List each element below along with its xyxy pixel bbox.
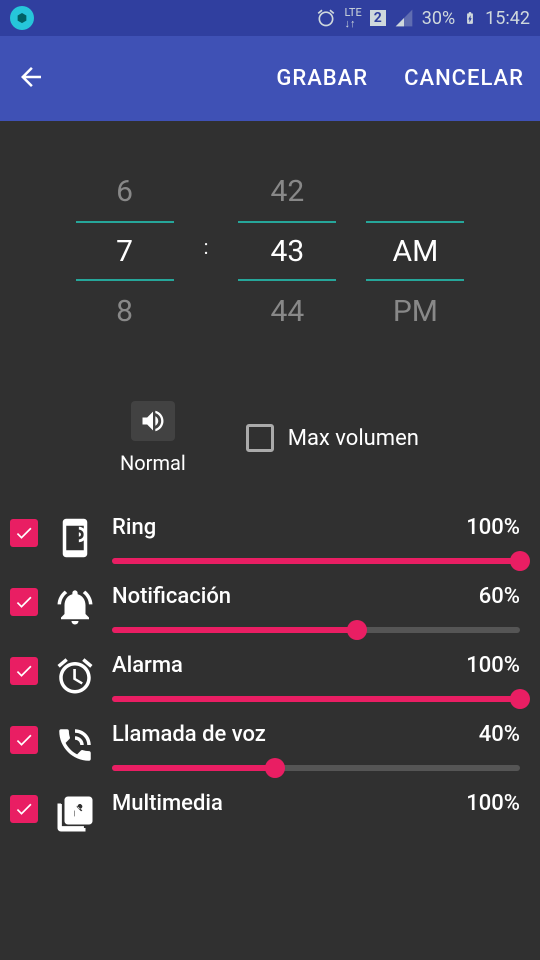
voice-call-icon [52, 722, 98, 768]
sound-mode-normal[interactable]: Normal [120, 401, 186, 475]
volume-percent: 60% [479, 584, 520, 609]
volume-name: Notificación [112, 584, 231, 609]
save-button[interactable]: GRABAR [276, 66, 368, 91]
volume-checkbox[interactable] [10, 519, 38, 547]
alarm-status-icon [316, 8, 336, 28]
volume-percent: 100% [466, 515, 520, 540]
volume-checkbox[interactable] [10, 726, 38, 754]
running-app-icon: ⬢ [10, 6, 34, 30]
signal-icon [394, 8, 414, 28]
notification-bell-icon [52, 584, 98, 630]
time-picker[interactable]: 6 7 8 : 42 43 44 AM PM [0, 121, 540, 401]
volume-item: Notificación 60% [0, 574, 540, 643]
volume-percent: 40% [479, 722, 520, 747]
volume-item: Alarma 100% [0, 643, 540, 712]
mode-label: Normal [120, 451, 186, 475]
volume-name: Alarma [112, 653, 183, 678]
time-separator: : [204, 235, 209, 259]
clock-time: 15:42 [485, 8, 530, 29]
checkbox-icon [246, 424, 274, 452]
lte-indicator: LTE↓↑ [344, 7, 361, 29]
volume-checkbox[interactable] [10, 588, 38, 616]
volume-item: Multimedia 100% [0, 781, 540, 847]
volume-slider[interactable] [112, 696, 520, 702]
sim-indicator: 2 [370, 10, 386, 26]
max-volume-checkbox[interactable]: Max volumen [246, 424, 419, 452]
volume-item: Ring 100% [0, 505, 540, 574]
battery-percent: 30% [422, 8, 455, 29]
multimedia-icon [52, 791, 98, 837]
volume-percent: 100% [466, 791, 520, 816]
ampm-picker[interactable]: AM PM [366, 161, 464, 341]
volume-item: Llamada de voz 40% [0, 712, 540, 781]
volume-slider[interactable] [112, 558, 520, 564]
alarm-clock-icon [52, 653, 98, 699]
back-button[interactable] [16, 62, 46, 96]
volume-checkbox[interactable] [10, 795, 38, 823]
volume-name: Multimedia [112, 791, 223, 816]
volume-slider[interactable] [112, 765, 520, 771]
volume-checkbox[interactable] [10, 657, 38, 685]
app-bar: GRABAR CANCELAR [0, 36, 540, 121]
phone-ring-icon [52, 515, 98, 561]
volume-name: Llamada de voz [112, 722, 266, 747]
volume-name: Ring [112, 515, 156, 540]
hour-picker[interactable]: 6 7 8 [76, 161, 174, 341]
volume-percent: 100% [466, 653, 520, 678]
minute-picker[interactable]: 42 43 44 [238, 161, 336, 341]
cancel-button[interactable]: CANCELAR [404, 66, 524, 91]
speaker-icon [131, 401, 175, 441]
battery-charging-icon [463, 7, 477, 29]
volume-slider[interactable] [112, 627, 520, 633]
status-bar: ⬢ LTE↓↑ 2 30% 15:42 [0, 0, 540, 36]
